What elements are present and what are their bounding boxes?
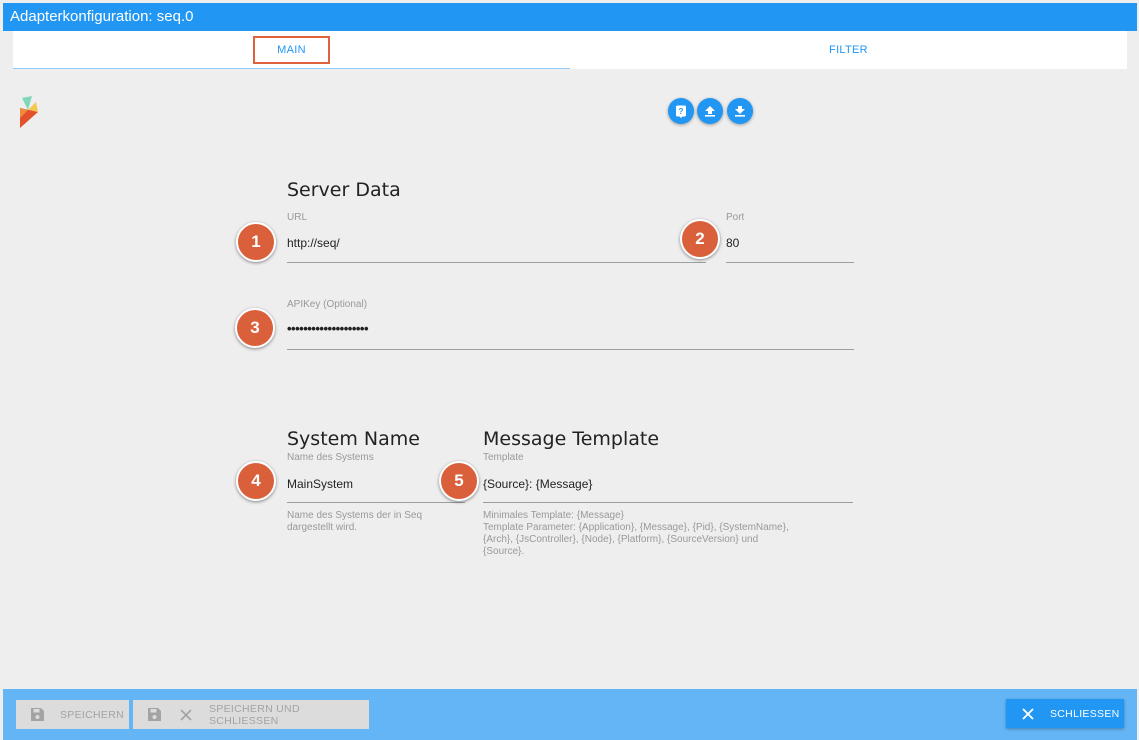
window-title: Adapterkonfiguration: seq.0 [3,3,1137,31]
port-label: Port [726,212,745,223]
apikey-underline [287,349,854,350]
download-icon [735,106,745,117]
close-button[interactable]: SCHLIESSEN [1006,699,1124,728]
save-and-close-button[interactable]: SPEICHERN UND SCHLIESSEN [133,700,369,729]
url-label: URL [287,212,308,223]
template-help-line: Template Parameter: {Application}, {Mess… [483,522,789,533]
system-name-help-line: Name des Systems der in Seq [287,510,423,521]
system-name-underline [287,502,465,503]
adapter-logo [20,96,38,128]
save-button[interactable]: SPEICHERN [16,700,129,729]
save-icon [148,708,161,721]
download-button[interactable] [727,98,753,124]
tab-main-label: MAIN [253,35,330,64]
system-name-help: Name des Systems der in Seq dargestellt … [287,510,422,534]
annotation-badge-4: 4 [236,461,276,501]
server-data-title: Server Data [287,179,401,201]
annotation-badge-1: 1 [236,222,276,262]
system-name-help-line: dargestellt wird. [287,522,358,533]
close-icon [1022,707,1034,720]
port-underline [726,262,854,263]
apikey-label: APIKey (Optional) [287,299,368,310]
close-button-label: SCHLIESSEN [1050,707,1120,720]
apikey-input[interactable]: •••••••••••••••••••• [287,321,369,336]
upload-button[interactable] [697,98,723,124]
save-and-close-button-label: SPEICHERN UND SCHLIESSEN [209,702,300,727]
system-name-label: Name des Systems [287,452,374,463]
tab-bar: MAIN FILTER [13,31,1127,69]
save-button-label: SPEICHERN [60,708,124,721]
upload-icon [705,106,715,117]
annotation-badge-2: 2 [680,219,720,259]
system-name-title: System Name [287,428,420,450]
port-input[interactable]: 80 [726,236,739,250]
message-template-title: Message Template [483,428,660,450]
template-help-line: {Source}. [483,546,525,557]
close-icon [180,708,192,721]
tab-main[interactable]: MAIN [13,31,570,69]
url-input[interactable]: http://seq/ [287,236,340,250]
template-input[interactable]: {Source}: {Message} [483,477,592,491]
template-label: Template [483,452,524,463]
save-icon [31,708,44,721]
help-icon: ? [676,105,686,118]
footer-bar: SPEICHERN SPEICHERN UND SCHLIESSEN SCHLI… [3,689,1137,740]
help-button[interactable]: ? [668,98,694,124]
svg-text:?: ? [679,107,684,116]
template-underline [483,502,853,503]
annotation-badge-5: 5 [439,461,479,501]
template-help-line: {Arch}, {JsController}, {Node}, {Platfor… [483,534,759,545]
tab-filter[interactable]: FILTER [570,31,1127,69]
template-help: Minimales Template: {Message} Template P… [483,510,789,558]
template-help-line: Minimales Template: {Message} [483,510,624,521]
annotation-badge-3: 3 [235,308,275,348]
url-underline [287,262,706,263]
system-name-input[interactable]: MainSystem [287,477,353,491]
